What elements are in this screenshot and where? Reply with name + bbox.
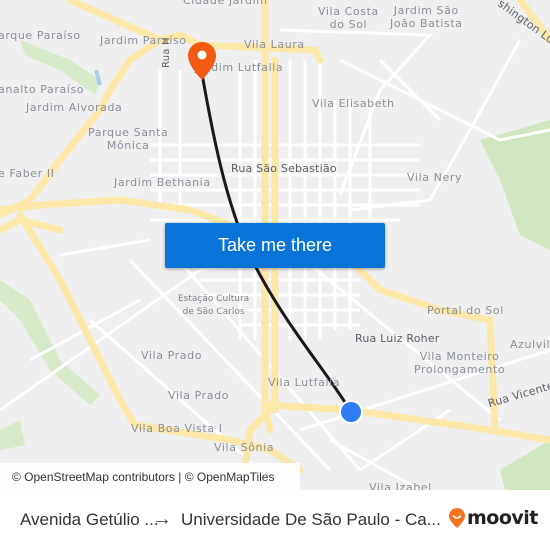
park-area (0, 420, 25, 450)
map-label-vila-lutfalla: Vila Lutfalla (268, 376, 341, 389)
map-label-vila-monteiro: Vila Monteiro Prolongamento (414, 350, 506, 376)
map-label-jardim-sao-joao-batista: Jardim São João Batista (390, 4, 463, 30)
map-label-rua-luiz-roher: Rua Luiz Roher (355, 332, 440, 345)
moovit-wordmark: moovit (467, 507, 538, 529)
map-label-jardim-bethania: Jardim Bethania (114, 176, 211, 189)
map-view[interactable]: Cidade Jardim Vila Costa do Sol Jardim S… (0, 0, 550, 490)
map-label-vila-laura: Vila Laura (244, 38, 305, 51)
park-area (480, 120, 550, 250)
footer-bar: Avenida Getúlio ... → Universidade De Sã… (0, 490, 550, 550)
map-label-planalto-paraiso: analto Paraíso (0, 83, 85, 96)
park-area (500, 440, 550, 490)
arrow-right-icon: → (152, 508, 172, 530)
map-label-jardim-alvorada: Jardim Alvorada (26, 101, 123, 114)
park-area (0, 280, 100, 405)
map-label-vila-sonia: Vila Sônia (214, 441, 275, 454)
map-label-parque-santa-monica: Parque Santa Mônica (88, 126, 169, 152)
map-label-vila-prado: Vila Prado (141, 349, 203, 362)
map-label-vila-izabel: Vila Izabel (369, 481, 432, 490)
origin-name: Avenida Getúlio ... (20, 510, 159, 529)
map-label-vila-costa-do-sol: Vila Costa do Sol (318, 5, 379, 31)
map-label-vila-prado-south: Vila Prado (168, 389, 230, 402)
map-label-jardim-paraiso: Jardim Paraíso (100, 34, 187, 47)
take-me-there-button[interactable]: Take me there (165, 223, 385, 268)
map-attribution[interactable]: © OpenStreetMap contributors | © OpenMap… (0, 463, 300, 490)
map-label-parque-paraiso: arque Paraíso (0, 29, 81, 42)
map-label-rua-sao-sebastiao: Rua São Sebastião (231, 162, 337, 175)
map-label-estacao-cultura: Estação Cultura de São Carlos (178, 294, 250, 317)
map-label-rua-h: Rua H (161, 37, 172, 68)
origin-location-dot[interactable] (339, 400, 363, 424)
map-label-vila-elisabeth: Vila Elisabeth (312, 97, 395, 110)
map-label-vila-boa-vista: Vila Boa Vista I (131, 422, 223, 435)
map-label-azulville: Azulvil (510, 338, 550, 351)
map-label-vila-nery: Vila Nery (407, 171, 463, 184)
map-label-portal-do-sol: Portal do Sol (427, 304, 504, 317)
destination-pin-icon[interactable] (188, 42, 216, 80)
destination-name: Universidade De São Paulo - Ca... (181, 510, 441, 529)
moovit-pin-icon (449, 508, 465, 528)
map-label-faber-ii: e Faber II (0, 167, 55, 180)
map-label-cidade-jardim: Cidade Jardim (183, 0, 268, 7)
moovit-logo[interactable]: moovit (449, 507, 538, 529)
